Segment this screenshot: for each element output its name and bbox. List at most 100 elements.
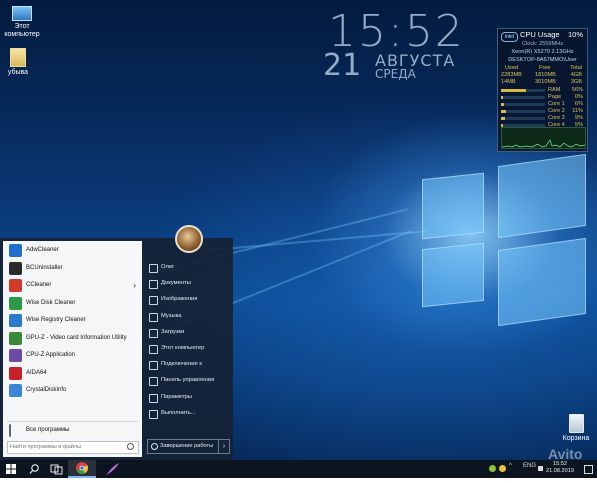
usage-meter-fill <box>501 103 504 106</box>
places-item[interactable]: Музыка <box>145 309 231 324</box>
program-label: AIDA64 <box>26 369 47 376</box>
places-label: Музыка <box>161 312 182 319</box>
avito-watermark: Avito <box>548 446 582 462</box>
crystaldiskinfo-icon <box>9 384 22 397</box>
control-panel-icon <box>149 377 158 387</box>
all-programs-label: Все программы <box>26 427 70 433</box>
places-item[interactable]: Олег <box>145 260 231 275</box>
shutdown-button[interactable]: Завершение работы <box>147 439 219 454</box>
program-item[interactable]: AdwCleaner <box>7 243 138 258</box>
places-item[interactable]: Загрузки <box>145 325 231 340</box>
ccleaner-icon <box>9 279 22 292</box>
recycle-bin-desktop-icon <box>568 414 584 433</box>
tray-app-icon[interactable] <box>499 465 506 472</box>
volume-icon[interactable] <box>538 466 543 471</box>
places-item[interactable]: Этот компьютер <box>145 341 231 356</box>
desktop-icon-folder[interactable]: убыва <box>0 48 38 77</box>
program-label: BCUninstaller <box>26 264 63 271</box>
places-label: Этот компьютер <box>161 345 205 351</box>
cpu-z-icon <box>9 349 22 362</box>
search-box[interactable] <box>7 441 139 454</box>
clock-weekday: СРЕДА <box>375 67 416 81</box>
tray-app-icon[interactable] <box>489 465 496 472</box>
program-item[interactable]: Wise Disk Cleaner <box>7 296 138 311</box>
program-item[interactable]: CPU-Z Application <box>7 348 138 363</box>
mem-value: 3010MB <box>535 79 556 85</box>
feather-app-icon <box>106 463 119 475</box>
pictures-icon <box>149 296 158 306</box>
places-label: Выполнить... <box>161 409 196 416</box>
desktop-icon-label: Корзина <box>562 435 590 442</box>
program-label: CPU-Z Application <box>26 352 76 358</box>
user-icon <box>149 264 158 273</box>
wallpaper-window-logo <box>422 172 484 240</box>
cpu-percent: 10% <box>567 30 583 39</box>
places-label: Олег <box>161 264 175 270</box>
computer-desktop-icon <box>12 6 32 21</box>
program-label: CCleaner <box>26 282 52 288</box>
cpu-model: Xeon(R) X5270 2.13GHz <box>511 49 574 55</box>
bcuninstaller-icon <box>9 261 22 275</box>
start-menu: AdwCleaner BCUninstaller CCleaner › Wise Dis… <box>0 225 233 460</box>
tray-clock[interactable]: 15:52 21.08.2019 <box>544 461 576 475</box>
aida64-icon <box>9 366 22 380</box>
program-item[interactable]: CCleaner › <box>7 278 138 293</box>
tray-overflow-chevron-icon[interactable]: ^ <box>509 463 512 469</box>
wise-disk-cleaner-icon <box>9 296 22 310</box>
computer-icon <box>149 345 158 354</box>
user-avatar[interactable] <box>175 225 203 253</box>
usage-meter-bar <box>501 103 545 106</box>
program-item[interactable]: AIDA64 <box>7 366 138 381</box>
program-item[interactable]: BCUninstaller <box>7 261 138 276</box>
tray-language[interactable]: ENG <box>523 463 536 469</box>
taskbar-chrome-button[interactable] <box>68 460 96 478</box>
places-item[interactable]: Выполнить... <box>145 406 231 421</box>
task-view-button[interactable] <box>46 460 66 478</box>
windows-logo-icon <box>6 464 16 474</box>
tray-date: 21.08.2019 <box>546 468 574 474</box>
divider <box>7 421 138 422</box>
power-icon <box>151 443 158 450</box>
desktop-icon-label: Этот <box>14 23 30 30</box>
desktop-icon-computer[interactable]: Этот компьютер <box>2 6 42 39</box>
usage-meter-bar <box>501 117 545 120</box>
program-item[interactable]: CrystalDiskInfo <box>7 383 138 398</box>
places-label: Документы <box>161 280 191 287</box>
places-item[interactable]: Документы <box>145 276 231 291</box>
settings-icon <box>149 393 158 403</box>
documents-icon <box>149 280 158 290</box>
tray-time: 15:52 <box>553 461 567 467</box>
program-item[interactable]: Wise Registry Cleaner <box>7 313 138 328</box>
mem-value: 3GB <box>570 79 582 85</box>
notifications-icon[interactable] <box>584 465 593 474</box>
mem-value: 14MB <box>501 79 516 85</box>
start-menu-programs-pane: AdwCleaner BCUninstaller CCleaner › Wise Dis… <box>3 241 142 457</box>
cpu-host: DESKTOP-8A67MMO\User <box>508 57 577 63</box>
search-button[interactable] <box>24 460 44 478</box>
all-programs-button[interactable]: Все программы <box>7 423 138 438</box>
wise-registry-cleaner-icon <box>9 314 22 327</box>
places-item[interactable]: Параметры <box>145 390 231 405</box>
places-item[interactable]: Панель управления <box>145 373 231 388</box>
usage-meter-fill <box>501 89 526 92</box>
places-item[interactable]: Изображения <box>145 292 231 307</box>
cpu-usage-gadget: intel CPU Usage 10% Clock: 2559MHz Xeon(… <box>497 28 588 152</box>
taskbar-pinned-app-button[interactable] <box>100 460 124 478</box>
search-icon[interactable] <box>127 443 134 450</box>
wallpaper-window-logo <box>498 237 586 327</box>
adwcleaner-icon <box>9 244 22 257</box>
cpu-graph-line <box>502 139 585 148</box>
program-label: Wise Disk Cleaner <box>26 299 76 306</box>
search-icon <box>29 464 39 474</box>
shutdown-options-button[interactable]: › <box>218 439 230 454</box>
usage-meter-fill <box>501 96 503 99</box>
places-item[interactable]: Подключение к <box>145 357 231 372</box>
avito-watermark-text: Avito <box>548 446 583 462</box>
start-button[interactable] <box>0 460 22 478</box>
places-label: Панель управления <box>161 377 215 384</box>
desktop-icon-recycle-bin[interactable]: Корзина <box>556 414 596 443</box>
search-input[interactable] <box>10 442 120 452</box>
program-label: Wise Registry Cleaner <box>26 317 86 323</box>
program-item[interactable]: GPU-Z - Video card Information Utility <box>7 331 138 346</box>
chevron-right-icon[interactable]: › <box>133 278 136 293</box>
